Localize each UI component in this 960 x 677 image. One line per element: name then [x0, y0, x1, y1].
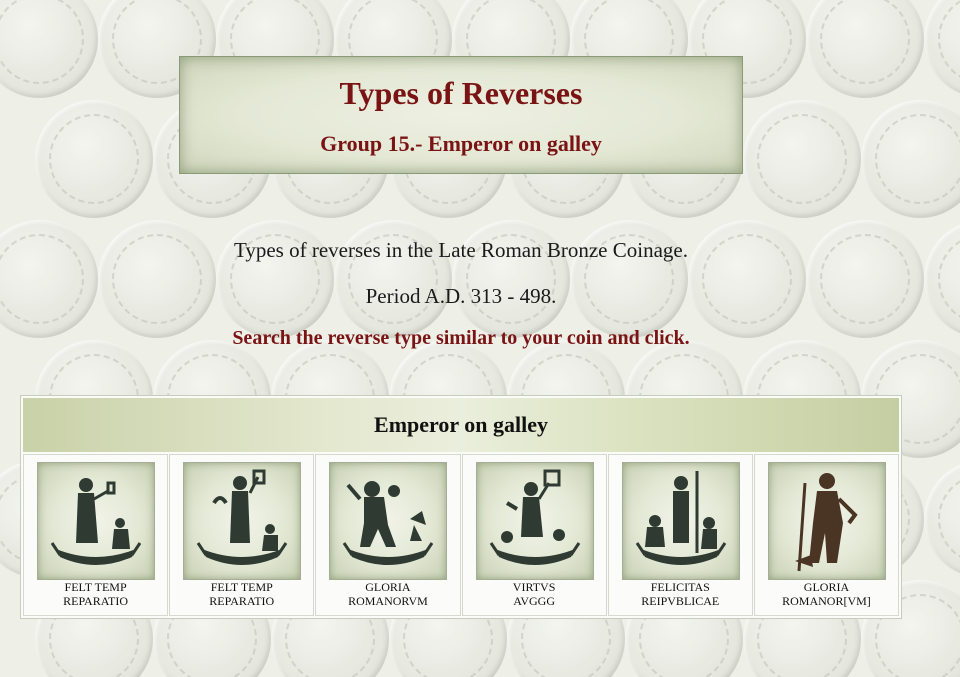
legend-line-2: ROMANOR[VM] — [782, 594, 871, 608]
legend-line-1: FELICITAS — [650, 580, 710, 594]
emperor-standard-galley-icon[interactable] — [475, 462, 594, 580]
reverse-legend: GLORIA ROMANOR[VM] — [755, 580, 898, 608]
coin-reverse-drawing — [489, 469, 580, 565]
emperor-phoenix-galley-icon[interactable] — [37, 462, 155, 580]
legend-line-2: REPARATIO — [209, 594, 275, 608]
reverse-legend: FELT TEMP REPARATIO — [170, 580, 313, 608]
search-instruction: Search the reverse type similar to your … — [232, 327, 690, 349]
legend-line-2: REIPVBLICAE — [641, 594, 720, 608]
coin-reverse-drawing — [196, 469, 288, 565]
coin-reverse-drawing — [794, 473, 858, 572]
emperor-labarum-galley-icon[interactable] — [183, 462, 302, 580]
emperor-bronze-figure-icon[interactable] — [767, 462, 886, 580]
legend-line-2: ROMANORVM — [348, 594, 428, 608]
legend-line-2: REPARATIO — [63, 594, 129, 608]
page-title: Types of Reverses — [339, 75, 583, 111]
legend-line-1: VIRTVS — [512, 580, 556, 594]
table-heading: Emperor on galley — [23, 398, 899, 452]
intro-description: Types of reverses in the Late Roman Bron… — [234, 238, 688, 262]
reverse-legend: FELICITAS REIPVBLICAE — [609, 580, 752, 608]
reverse-type-cell[interactable]: VIRTVS AVGGG — [461, 454, 607, 616]
reverse-types-table: Emperor on galley FELT TEMP REPARATIO FE… — [20, 395, 902, 619]
reverse-type-row: FELT TEMP REPARATIO FELT TEMP REPARATIO … — [23, 454, 900, 616]
title-panel: Types of Reverses Group 15.- Emperor on … — [179, 56, 743, 174]
reverse-type-cell[interactable]: GLORIA ROMANORVM — [315, 454, 461, 616]
legend-line-1: FELT TEMP — [64, 580, 127, 594]
legend-line-1: FELT TEMP — [210, 580, 273, 594]
reverse-legend: GLORIA ROMANORVM — [316, 580, 459, 608]
coin-reverse-drawing — [343, 481, 434, 565]
reverse-type-cell[interactable]: FELICITAS REIPVBLICAE — [607, 454, 753, 616]
legend-line-2: AVGGG — [513, 594, 555, 608]
reverse-type-cell[interactable]: FELT TEMP REPARATIO — [169, 454, 315, 616]
group-subtitle: Group 15.- Emperor on galley — [320, 131, 602, 156]
reverse-legend: VIRTVS AVGGG — [463, 580, 606, 608]
period-text: Period A.D. 313 - 498. — [365, 284, 557, 308]
reverse-legend: FELT TEMP REPARATIO — [24, 580, 167, 608]
reverse-type-cell[interactable]: GLORIA ROMANOR[VM] — [753, 454, 900, 616]
legend-line-1: GLORIA — [365, 580, 411, 594]
coin-reverse-drawing — [50, 478, 142, 565]
reverse-type-cell[interactable]: FELT TEMP REPARATIO — [23, 454, 169, 616]
coin-reverse-drawing — [635, 471, 726, 565]
emperor-victory-galley-icon[interactable] — [329, 462, 448, 580]
legend-line-1: GLORIA — [803, 580, 850, 594]
emperor-spear-galley-icon[interactable] — [621, 462, 740, 580]
